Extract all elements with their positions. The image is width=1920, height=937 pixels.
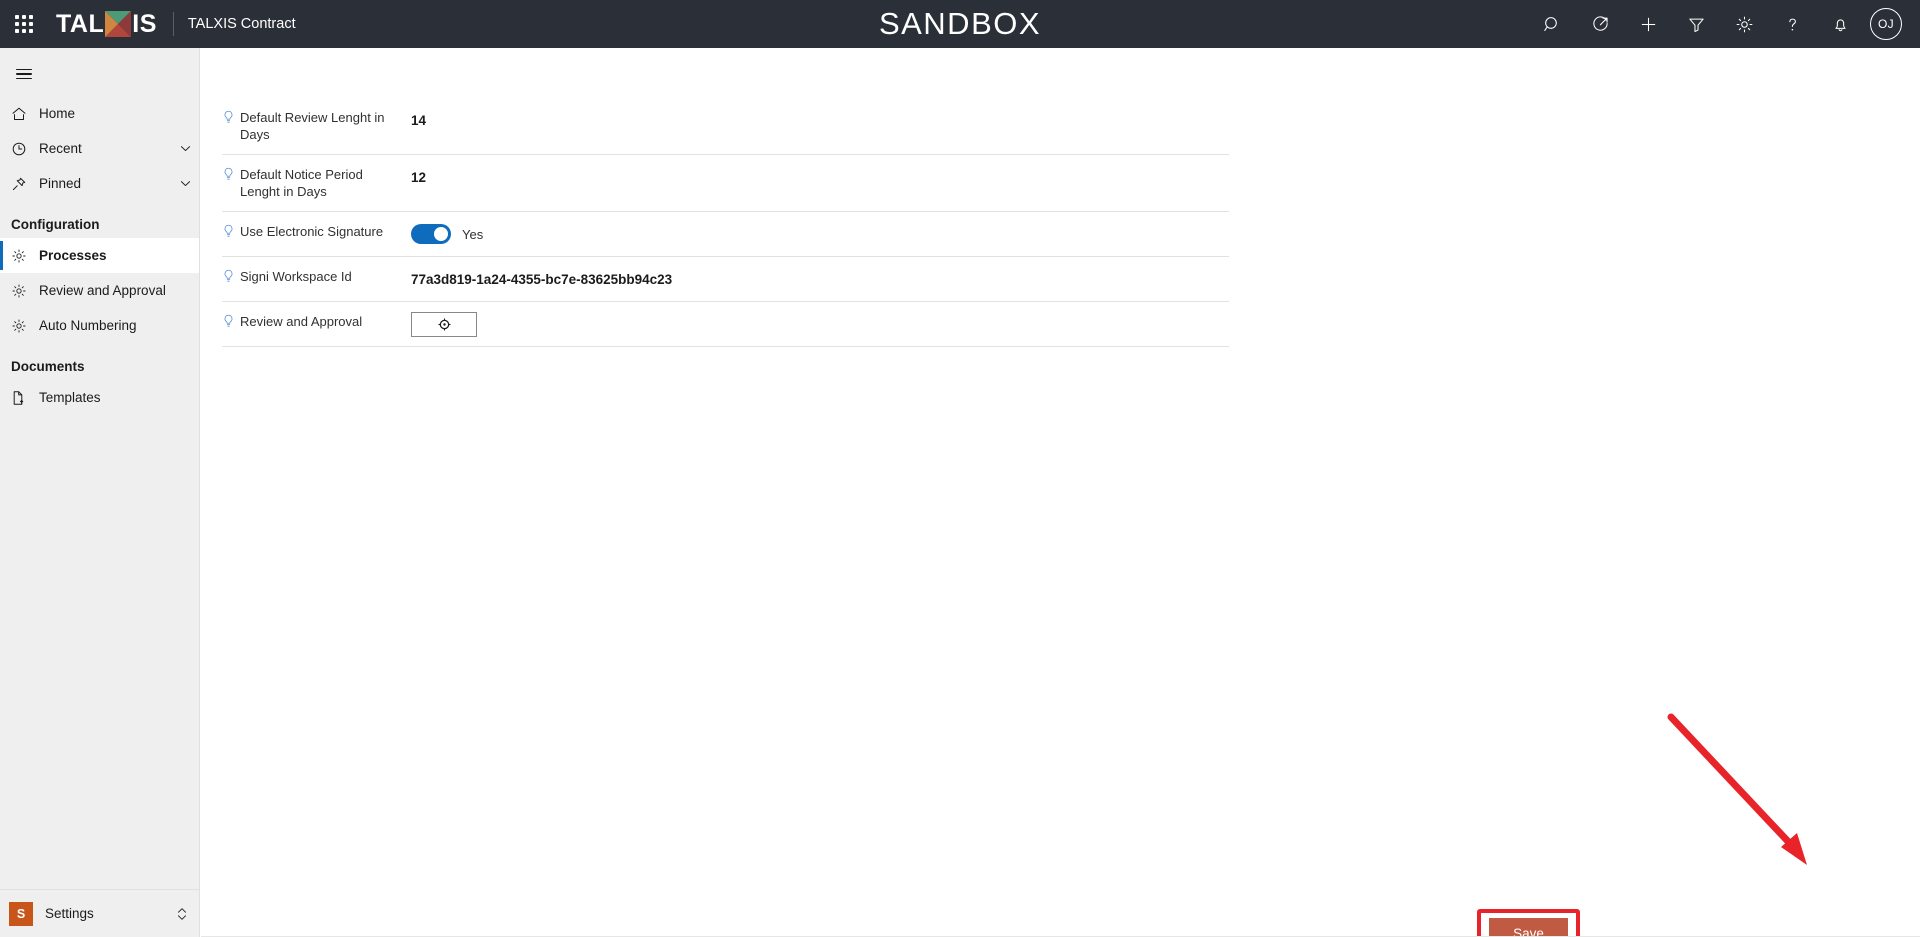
lightbulb-icon — [222, 167, 236, 185]
field-label-review-and-approval: Review and Approval — [222, 302, 404, 343]
search-icon — [1543, 16, 1557, 31]
field-value-default-review-length[interactable]: 14 — [404, 98, 1229, 142]
field-label-use-electronic-signature: Use Electronic Signature — [222, 212, 404, 253]
app-launcher-icon — [15, 15, 33, 33]
filter-button[interactable] — [1672, 0, 1720, 48]
help-icon — [1788, 18, 1796, 30]
gear-icon — [11, 283, 39, 299]
brand-logo[interactable]: TAL IS TALXIS Contract — [56, 11, 296, 37]
sidebar-settings-button[interactable]: S Settings — [0, 889, 199, 937]
sidebar-item-review-and-approval[interactable]: Review and Approval — [0, 273, 199, 308]
brand-divider — [172, 12, 174, 36]
field-value-default-notice-period[interactable]: 12 — [404, 155, 1229, 199]
quick-create-button[interactable] — [1624, 0, 1672, 48]
sidebar-group-configuration-title: Configuration — [11, 217, 100, 232]
notifications-button[interactable] — [1816, 0, 1864, 48]
sidebar-item-templates[interactable]: Templates — [0, 380, 199, 415]
focus-mode-button[interactable] — [1576, 0, 1624, 48]
field-label-text: Default Review Lenght in Days — [240, 110, 385, 142]
sidebar-settings-label: Settings — [45, 906, 94, 921]
gear-icon — [1736, 16, 1752, 32]
chevron-up-down-icon[interactable] — [165, 906, 199, 922]
avatar-initials: OJ — [1878, 17, 1894, 31]
toggle-state-label: Yes — [462, 226, 484, 242]
sidebar-item-home[interactable]: Home — [0, 96, 199, 131]
lightbulb-icon — [222, 269, 236, 287]
field-label-text: Signi Workspace Id — [240, 269, 352, 284]
home-icon — [11, 106, 39, 122]
app-launcher-button[interactable] — [0, 0, 48, 48]
settings-target-icon — [437, 317, 451, 331]
lightbulb-icon — [222, 224, 236, 242]
toggle-knob — [434, 227, 448, 241]
chevron-down-icon[interactable] — [171, 177, 199, 190]
form-row: Signi Workspace Id 77a3d819-1a24-4355-bc… — [222, 257, 1229, 302]
app-name-label[interactable]: TALXIS Contract — [188, 16, 296, 32]
settings-badge: S — [9, 901, 33, 926]
electronic-signature-toggle[interactable] — [411, 224, 451, 244]
brand-logo-text: TAL IS — [56, 11, 157, 37]
main-content-area: Default Review Lenght in Days 14 Default… — [201, 48, 1920, 937]
top-bar-actions: OJ — [1528, 0, 1920, 48]
settings-button[interactable] — [1720, 0, 1768, 48]
sidebar-item-recent[interactable]: Recent — [0, 131, 199, 166]
sidebar-item-recent-label: Recent — [39, 141, 82, 156]
field-label-text: Use Electronic Signature — [240, 224, 384, 239]
top-header-bar: TAL IS TALXIS Contract SANDBOX OJ — [0, 0, 1920, 48]
form-row: Use Electronic Signature Yes — [222, 212, 1229, 257]
sidebar-item-pinned-label: Pinned — [39, 176, 82, 191]
help-button[interactable] — [1768, 0, 1816, 48]
form-row: Default Notice Period Lenght in Days 12 — [222, 155, 1229, 212]
form-row: Review and Approval — [222, 302, 1229, 347]
review-and-approval-config-button[interactable] — [411, 311, 477, 337]
sidebar-item-home-label: Home — [39, 106, 76, 121]
sidebar-item-processes[interactable]: Processes — [0, 238, 199, 273]
logo-x-icon — [105, 11, 132, 37]
field-value-signi-workspace-id[interactable]: 77a3d819-1a24-4355-bc7e-83625bb94c23 — [404, 257, 1229, 301]
document-icon — [11, 390, 39, 406]
form-row: Default Review Lenght in Days 14 — [222, 98, 1229, 155]
app-root: TAL IS TALXIS Contract SANDBOX OJ Home R… — [0, 0, 1920, 937]
save-button[interactable]: Save — [1489, 918, 1568, 937]
sidebar-item-templates-label: Templates — [39, 390, 101, 405]
left-sidebar: Home Recent Pinned Configuration Process… — [0, 48, 200, 937]
annotation-arrow — [1667, 713, 1807, 865]
field-label-default-notice-period: Default Notice Period Lenght in Days — [222, 155, 404, 211]
sidebar-item-review-and-approval-label: Review and Approval — [39, 283, 166, 298]
clock-icon — [11, 141, 39, 157]
configuration-form: Default Review Lenght in Days 14 Default… — [222, 98, 1229, 347]
field-label-text: Review and Approval — [240, 314, 363, 329]
search-button[interactable] — [1528, 0, 1576, 48]
bell-icon — [1834, 18, 1846, 31]
hamburger-icon — [16, 68, 32, 80]
field-value-use-electronic-signature: Yes — [404, 212, 1229, 256]
brand-prefix: TAL — [56, 9, 105, 38]
focus-mode-icon — [1592, 15, 1608, 31]
sidebar-toggle-button[interactable] — [0, 52, 48, 96]
sidebar-item-auto-numbering[interactable]: Auto Numbering — [0, 308, 199, 343]
field-label-default-review-length: Default Review Lenght in Days — [222, 98, 404, 154]
field-label-text: Default Notice Period Lenght in Days — [240, 167, 363, 199]
sidebar-item-processes-label: Processes — [39, 248, 107, 263]
user-avatar[interactable]: OJ — [1870, 8, 1902, 40]
sidebar-item-auto-numbering-label: Auto Numbering — [39, 318, 137, 333]
sidebar-group-documents-title: Documents — [11, 359, 85, 374]
sidebar-item-pinned[interactable]: Pinned — [0, 166, 199, 201]
chevron-down-icon[interactable] — [171, 142, 199, 155]
lightbulb-icon — [222, 110, 236, 128]
lightbulb-icon — [222, 314, 236, 332]
environment-title-text: SANDBOX — [878, 6, 1042, 41]
brand-suffix: IS — [132, 9, 157, 38]
gear-icon — [11, 318, 39, 334]
field-label-signi-workspace-id: Signi Workspace Id — [222, 257, 404, 298]
pin-icon — [11, 176, 39, 192]
filter-icon — [1688, 18, 1704, 32]
gear-icon — [11, 248, 39, 264]
field-value-review-and-approval — [404, 302, 1229, 346]
plus-icon — [1641, 17, 1655, 31]
